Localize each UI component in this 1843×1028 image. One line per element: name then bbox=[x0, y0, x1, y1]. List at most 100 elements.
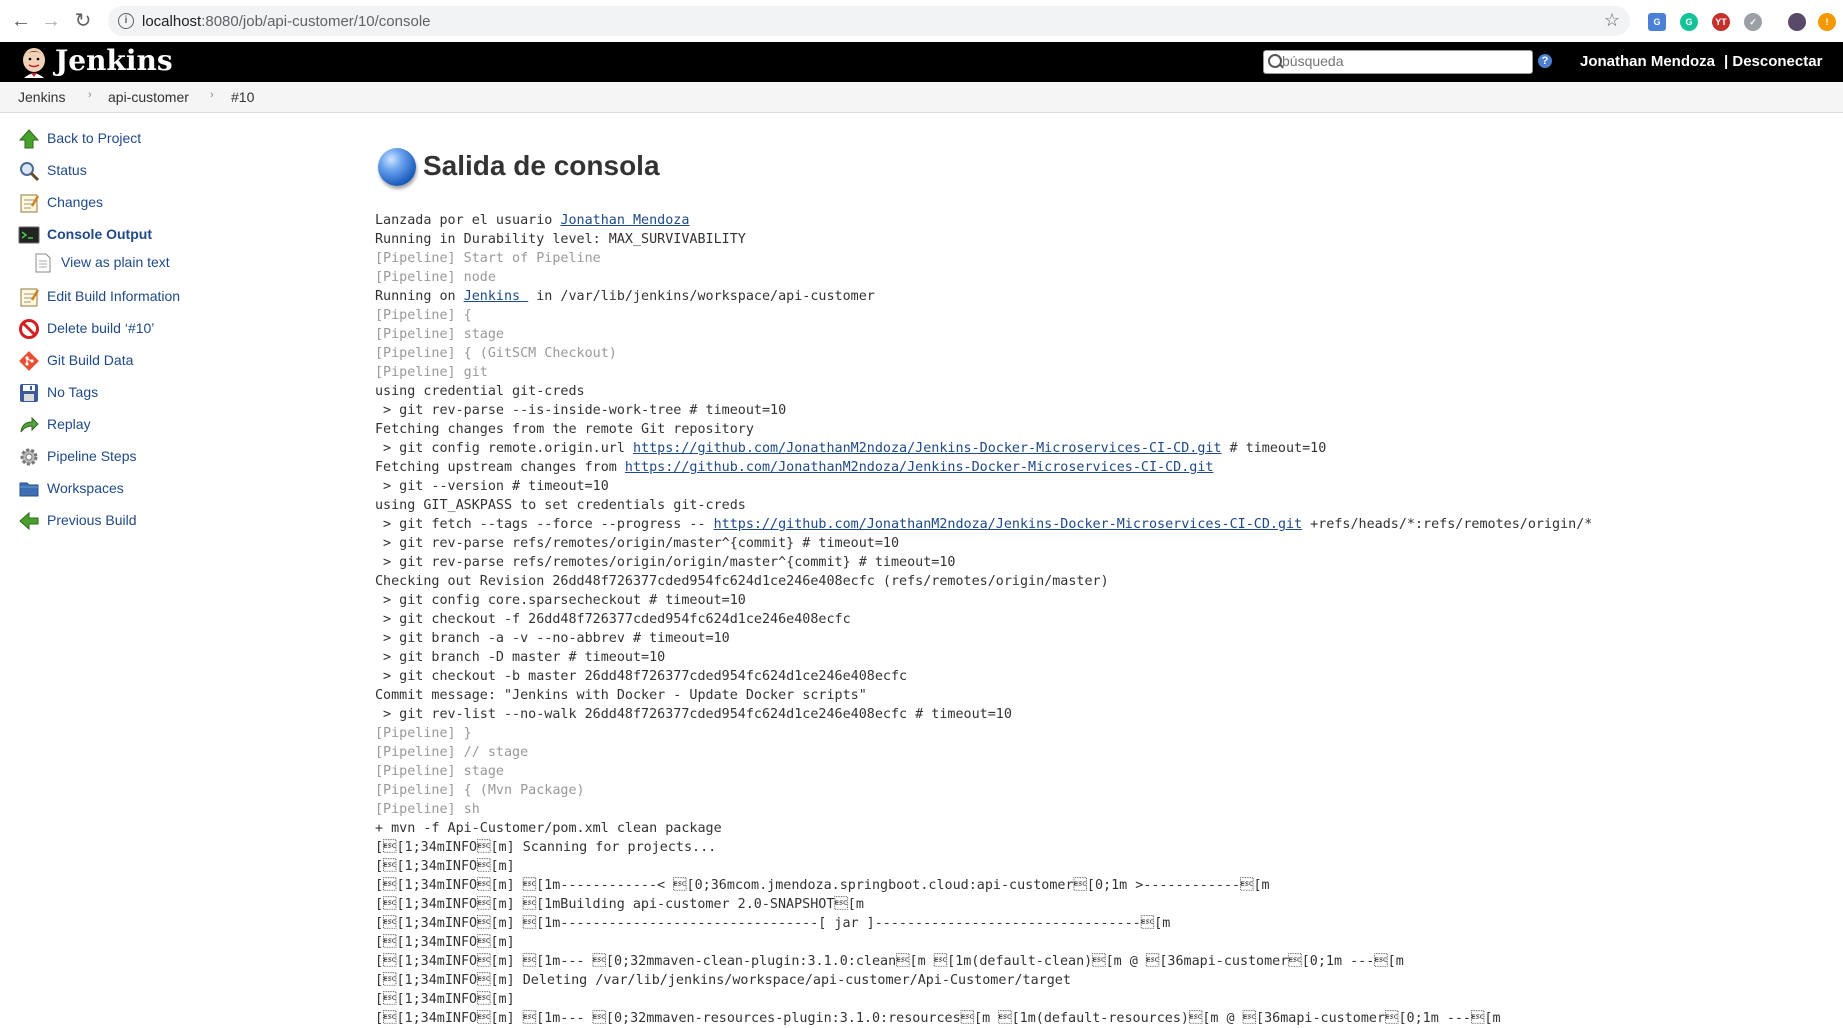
grammarly-extension-icon[interactable]: G bbox=[1680, 13, 1698, 31]
jenkins-header: Jenkins ? Jonathan Mendoza | Desconectar bbox=[0, 42, 1843, 82]
repo-url-link[interactable]: https://github.com/JonathanM2ndoza/Jenki… bbox=[625, 460, 1214, 475]
back-arrow-icon[interactable]: ← bbox=[10, 10, 32, 32]
console-line: > git rev-parse --is-inside-work-tree # … bbox=[375, 403, 787, 418]
console-line: [Pipeline] stage bbox=[375, 327, 504, 342]
youtube-extension-icon[interactable]: YT bbox=[1712, 13, 1730, 31]
console-text: > git fetch --tags --force --progress -- bbox=[375, 517, 714, 532]
launched-user-link[interactable]: Jonathan Mendoza bbox=[560, 213, 689, 228]
console-text: Fetching upstream changes from bbox=[375, 460, 625, 475]
info-icon[interactable]: i bbox=[118, 13, 134, 29]
console-line: + mvn -f Api-Customer/pom.xml clean pack… bbox=[375, 821, 722, 836]
breadcrumb-build-10[interactable]: #10 bbox=[231, 89, 254, 105]
console-line: [Pipeline] { (GitSCM Checkout) bbox=[375, 346, 617, 361]
console-line: Lanzada por el usuario Jonathan Mendoza bbox=[375, 211, 1592, 230]
translate-extension-icon[interactable]: G bbox=[1648, 13, 1666, 31]
console-line: [[1;34mINFO[m] bbox=[375, 859, 515, 874]
console-line: [[1;34mINFO[m] [1m-------------------… bbox=[375, 916, 1171, 931]
console-output: Lanzada por el usuario Jonathan Mendoza R… bbox=[375, 211, 1592, 1028]
browser-toolbar: ← → ↻ i localhost:8080/job/api-customer/… bbox=[0, 0, 1843, 43]
console-line: Commit message: "Jenkins with Docker - U… bbox=[375, 688, 867, 703]
console-line: [[1;34mINFO[m] [1m--- [0;32mmaven-re… bbox=[375, 1011, 1501, 1026]
url-text[interactable]: localhost:8080/job/api-customer/10/conso… bbox=[142, 13, 431, 30]
search-input[interactable] bbox=[1282, 51, 1522, 71]
sidebar-item-label: Pipeline Steps bbox=[47, 448, 137, 464]
console-line: Running in Durability level: MAX_SURVIVA… bbox=[375, 232, 746, 247]
console-line: [Pipeline] { (Mvn Package) bbox=[375, 783, 585, 798]
console-line: [Pipeline] node bbox=[375, 270, 496, 285]
console-line: > git branch -D master # timeout=10 bbox=[375, 650, 666, 665]
console-text: Running on bbox=[375, 289, 464, 304]
page-title: Salida de consola bbox=[423, 150, 660, 181]
sidebar-item-label: Back to Project bbox=[47, 130, 142, 146]
repo-url-link[interactable]: https://github.com/JonathanM2ndoza/Jenki… bbox=[714, 517, 1303, 532]
console-line: > git config remote.origin.url https://g… bbox=[375, 439, 1592, 458]
save-icon bbox=[20, 384, 38, 402]
breadcrumb-api-customer[interactable]: api-customer bbox=[108, 89, 189, 105]
breadcrumb-chevron-icon[interactable]: › bbox=[88, 89, 92, 101]
sidebar-item-label: Changes bbox=[47, 194, 104, 210]
console-line: [Pipeline] } bbox=[375, 726, 472, 741]
console-line: [[1;34mINFO[m] bbox=[375, 992, 515, 1007]
console-line: using credential git-creds bbox=[375, 384, 585, 399]
console-line: > git rev-parse refs/remotes/origin/orig… bbox=[375, 555, 956, 570]
console-text: in /var/lib/jenkins/workspace/api-custom… bbox=[528, 289, 875, 304]
console-line: [[1;34mINFO[m] bbox=[375, 935, 515, 950]
status-ball-icon bbox=[378, 148, 416, 186]
jenkins-title[interactable]: Jenkins bbox=[55, 44, 173, 77]
breadcrumb: Jenkins › api-customer › #10 bbox=[0, 82, 1843, 113]
url-path: :8080/job/api-customer/10/console bbox=[201, 13, 431, 30]
sidebar-item-label: Status bbox=[47, 162, 87, 178]
console-line: Running on Jenkins in /var/lib/jenkins/w… bbox=[375, 287, 1592, 306]
repo-url-link[interactable]: https://github.com/JonathanM2ndoza/Jenki… bbox=[633, 441, 1222, 456]
console-line: [Pipeline] Start of Pipeline bbox=[375, 251, 601, 266]
node-link[interactable]: Jenkins bbox=[464, 289, 529, 304]
breadcrumb-chevron-icon[interactable]: › bbox=[210, 89, 214, 101]
console-line: [Pipeline] git bbox=[375, 365, 488, 380]
console-line: > git rev-list --no-walk 26dd48f726377cd… bbox=[375, 707, 1012, 722]
sidebar-item-label: No Tags bbox=[47, 384, 99, 400]
console-line: > git checkout -f 26dd48f726377cded954fc… bbox=[375, 612, 851, 627]
console-line: using GIT_ASKPASS to set credentials git… bbox=[375, 498, 746, 513]
console-line: Fetching changes from the remote Git rep… bbox=[375, 422, 754, 437]
console-line: > git fetch --tags --force --progress --… bbox=[375, 515, 1592, 534]
jenkins-butler-logo-icon[interactable] bbox=[18, 45, 50, 79]
git-icon bbox=[19, 351, 39, 371]
reload-icon[interactable]: ↻ bbox=[72, 10, 94, 32]
console-line: > git --version # timeout=10 bbox=[375, 479, 609, 494]
url-host: localhost bbox=[142, 13, 202, 30]
notepad-icon bbox=[20, 288, 40, 307]
sidebar-item-label: Delete build ‘#10’ bbox=[47, 320, 155, 336]
console-line: [Pipeline] // stage bbox=[375, 745, 529, 760]
logout-link[interactable]: | Desconectar bbox=[1724, 53, 1822, 70]
sidebar-item-label: Replay bbox=[47, 416, 91, 432]
user-link[interactable]: Jonathan Mendoza bbox=[1580, 53, 1715, 70]
sidebar-item-label: Git Build Data bbox=[47, 352, 134, 368]
search-box bbox=[1263, 50, 1533, 74]
console-line: [[1;34mINFO[m] [1m------------< [0;3… bbox=[375, 878, 1270, 893]
no-entry-icon bbox=[19, 319, 39, 339]
notepad-icon bbox=[20, 194, 40, 213]
search-icon bbox=[1268, 54, 1282, 68]
bookmark-star-icon[interactable]: ☆ bbox=[1604, 10, 1620, 31]
address-bar[interactable]: i localhost:8080/job/api-customer/10/con… bbox=[108, 6, 1630, 36]
console-line: > git rev-parse refs/remotes/origin/mast… bbox=[375, 536, 900, 551]
console-text: # timeout=10 bbox=[1221, 441, 1327, 456]
help-icon[interactable]: ? bbox=[1538, 54, 1552, 68]
up-arrow-icon bbox=[18, 129, 40, 149]
forward-arrow-icon[interactable]: → bbox=[40, 10, 62, 32]
notification-icon[interactable]: ! bbox=[1818, 13, 1836, 31]
console-line: [Pipeline] { bbox=[375, 308, 472, 323]
sidebar-item-label: Edit Build Information bbox=[47, 288, 181, 304]
console-line: [Pipeline] sh bbox=[375, 802, 480, 817]
breadcrumb-jenkins[interactable]: Jenkins bbox=[18, 89, 65, 105]
replay-arrow-icon bbox=[20, 416, 39, 433]
check-extension-icon[interactable]: ✓ bbox=[1744, 13, 1762, 31]
console-line: Checking out Revision 26dd48f726377cded9… bbox=[375, 574, 1109, 589]
sidebar-item-label: Workspaces bbox=[47, 480, 124, 496]
console-text: +refs/heads/*:refs/remotes/origin/* bbox=[1302, 517, 1593, 532]
console-line: [Pipeline] stage bbox=[375, 764, 504, 779]
profile-avatar[interactable] bbox=[1788, 13, 1806, 31]
console-line: > git checkout -b master 26dd48f726377cd… bbox=[375, 669, 908, 684]
document-icon bbox=[35, 253, 51, 273]
console-text: Lanzada por el usuario bbox=[375, 213, 561, 228]
